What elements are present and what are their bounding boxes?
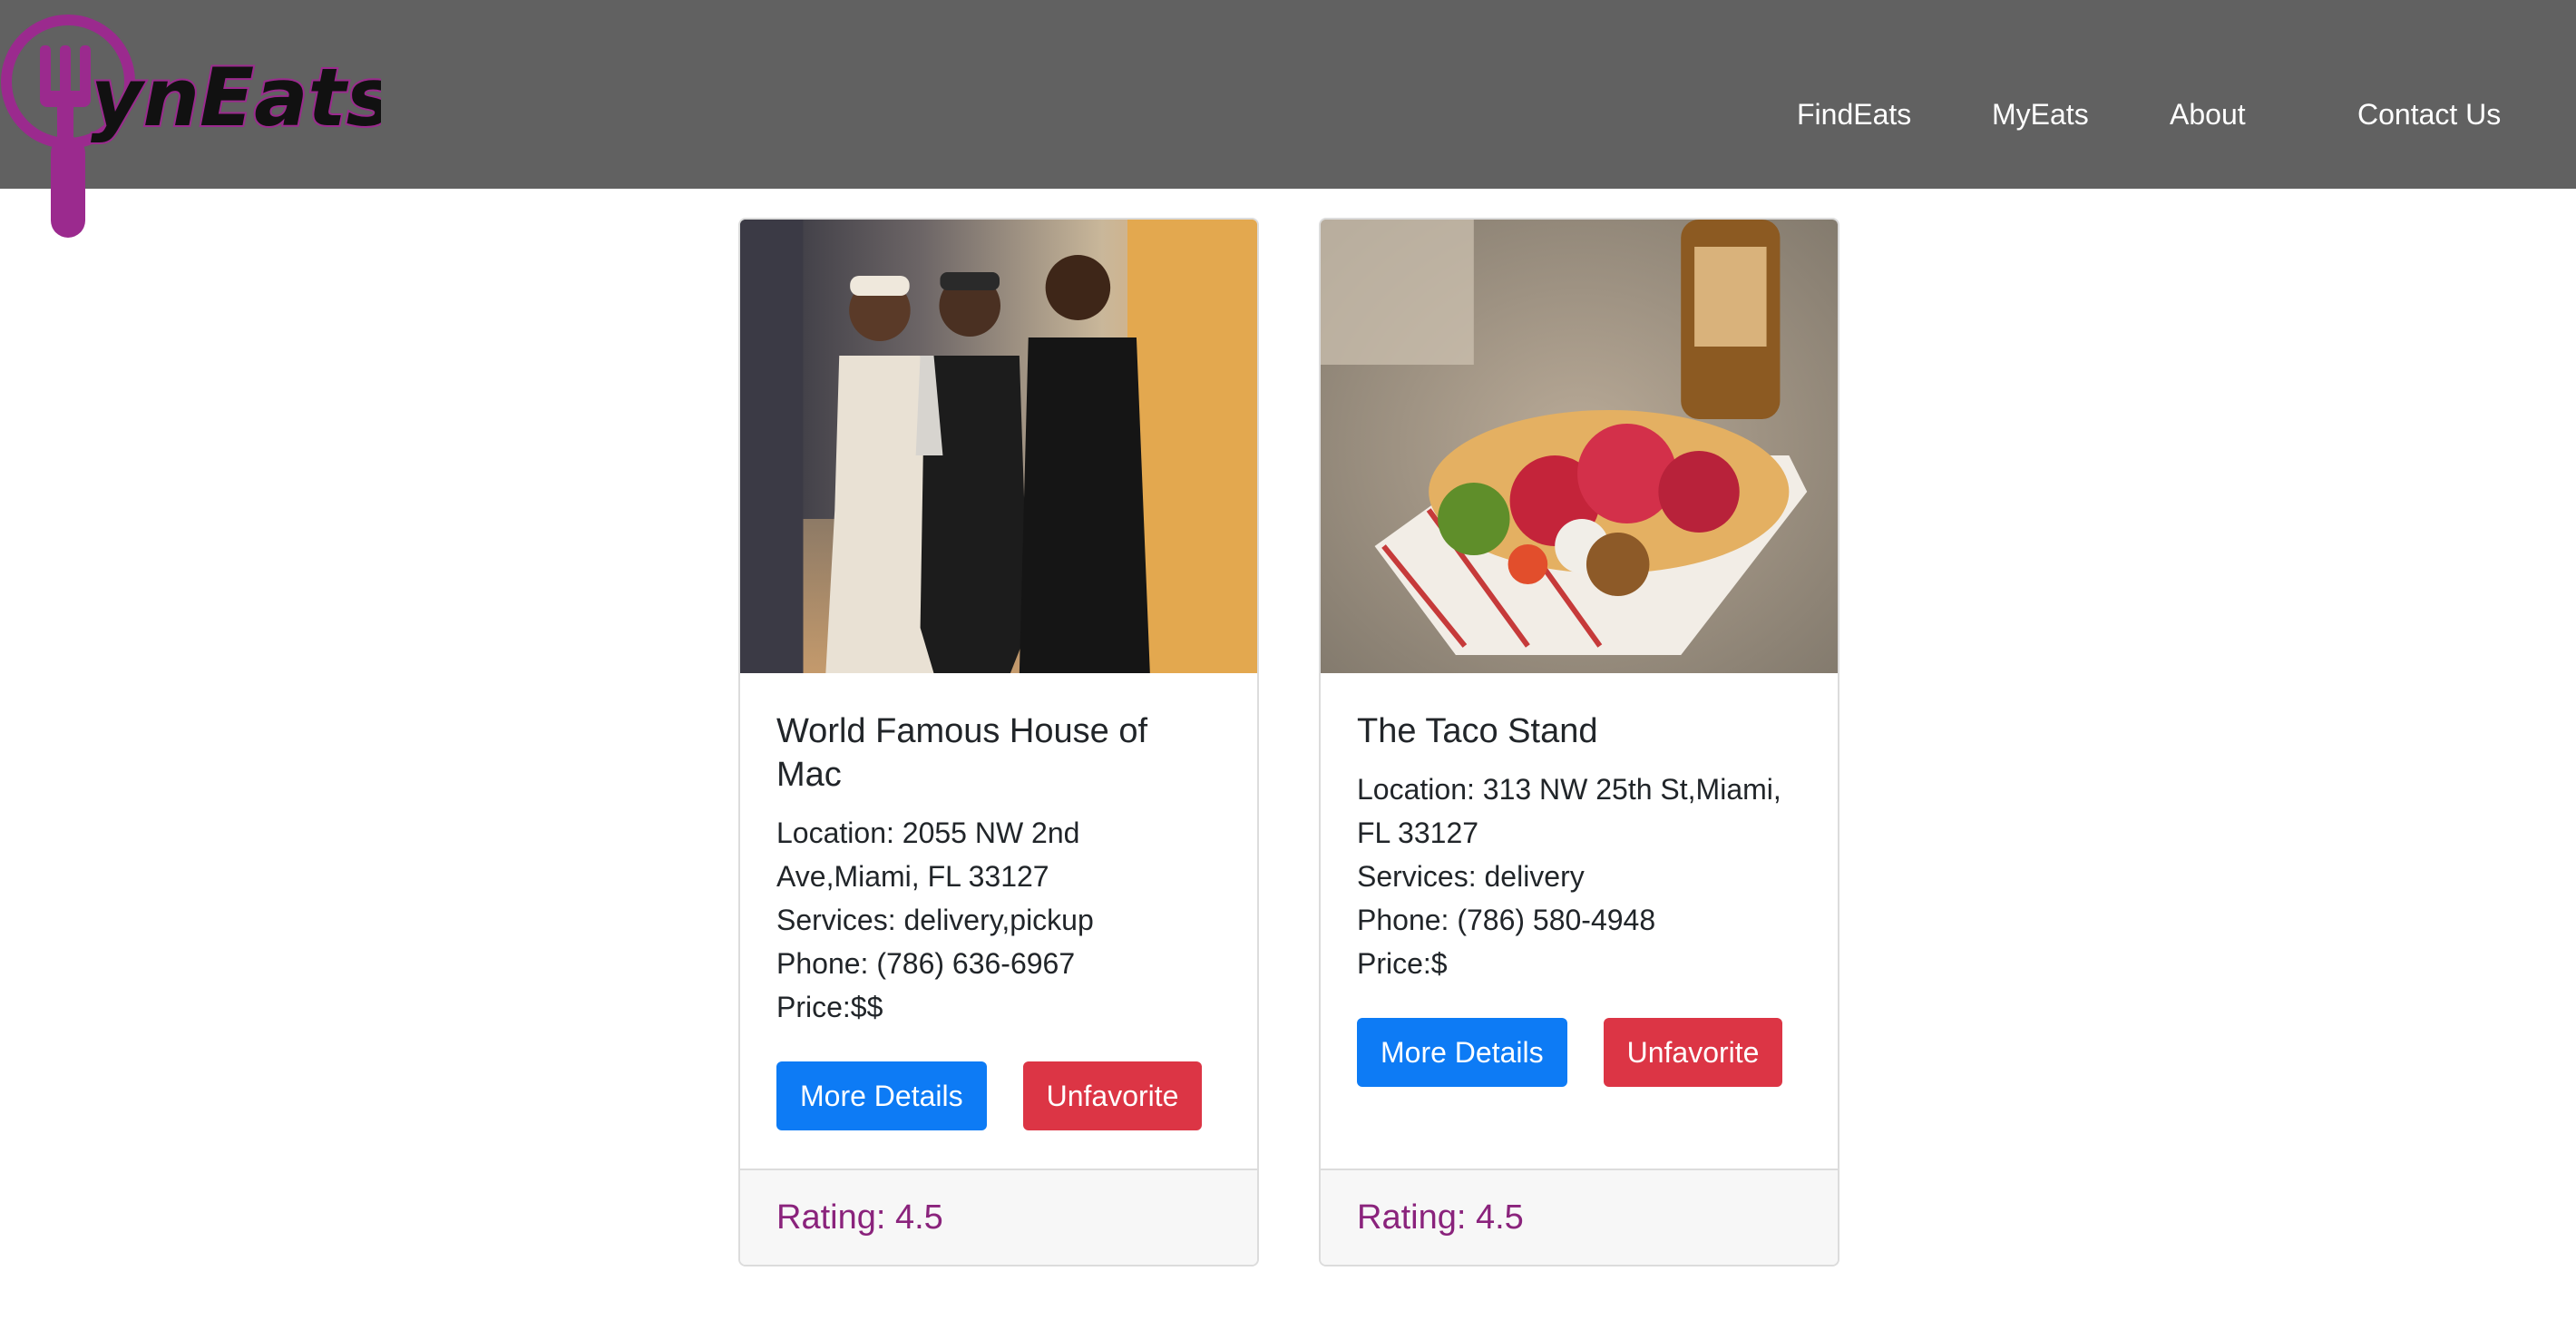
restaurant-services: Services: delivery bbox=[1357, 860, 1585, 893]
restaurant-photo bbox=[1321, 220, 1838, 673]
card-footer: Rating: 4.5 bbox=[740, 1169, 1257, 1265]
restaurant-location: Location: 2055 NW 2nd Ave,Miami, FL 3312… bbox=[776, 817, 1080, 893]
unfavorite-button[interactable]: Unfavorite bbox=[1603, 1018, 1783, 1087]
restaurant-card: The Taco Stand Location: 313 NW 25th St,… bbox=[1319, 218, 1839, 1266]
more-details-button[interactable]: More Details bbox=[776, 1061, 987, 1130]
nav-about[interactable]: About bbox=[2170, 98, 2246, 132]
navbar: FindEats MyEats About Contact Us bbox=[0, 0, 2576, 189]
card-actions: More Details Unfavorite bbox=[1357, 1018, 1801, 1087]
more-details-button[interactable]: More Details bbox=[1357, 1018, 1567, 1087]
rating-text: Rating: 4.5 bbox=[1357, 1198, 1524, 1237]
restaurant-services: Services: delivery,pickup bbox=[776, 904, 1094, 936]
nav-myeats[interactable]: MyEats bbox=[1992, 98, 2089, 132]
nav-contact-us[interactable]: Contact Us bbox=[2357, 98, 2501, 132]
fork-icon bbox=[40, 45, 91, 143]
restaurant-phone: Phone: (786) 636-6967 bbox=[776, 947, 1076, 980]
card-body: The Taco Stand Location: 313 NW 25th St,… bbox=[1321, 673, 1838, 1087]
restaurant-name: World Famous House of Mac bbox=[776, 712, 1148, 794]
unfavorite-button[interactable]: Unfavorite bbox=[1022, 1061, 1203, 1130]
card-actions: More Details Unfavorite bbox=[776, 1061, 1221, 1130]
card-body: World Famous House of Mac Location: 2055… bbox=[740, 673, 1257, 1130]
rating-text: Rating: 4.5 bbox=[776, 1198, 943, 1237]
restaurant-phone: Phone: (786) 580-4948 bbox=[1357, 904, 1656, 936]
restaurant-price: Price:$$ bbox=[776, 991, 883, 1023]
restaurant-location: Location: 313 NW 25th St,Miami, FL 33127 bbox=[1357, 773, 1781, 849]
restaurant-name: The Taco Stand bbox=[1357, 712, 1598, 750]
nav-findeats[interactable]: FindEats bbox=[1797, 98, 1911, 132]
restaurant-photo bbox=[740, 220, 1257, 673]
brand-logo[interactable]: ynEats bbox=[0, 0, 381, 245]
restaurant-price: Price:$ bbox=[1357, 947, 1448, 980]
card-footer: Rating: 4.5 bbox=[1321, 1169, 1838, 1265]
restaurant-card: World Famous House of Mac Location: 2055… bbox=[738, 218, 1259, 1266]
logo-wordmark: ynEats bbox=[91, 51, 381, 144]
